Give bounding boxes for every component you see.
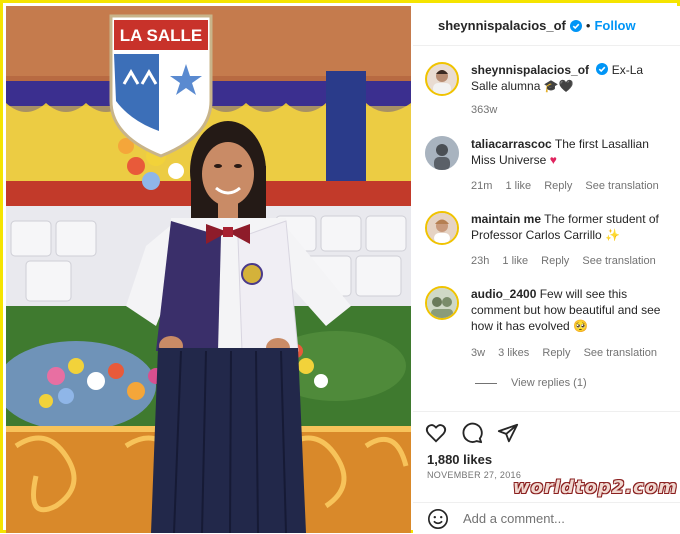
sparkle-emoji-icon: ✨ bbox=[605, 228, 620, 242]
see-translation-button[interactable]: See translation bbox=[585, 180, 658, 192]
comment-username[interactable]: taliacarrascoc bbox=[471, 137, 552, 151]
commenter-avatar-icon bbox=[427, 288, 457, 318]
comment-text: audio_2400 Few will see this comment but… bbox=[471, 286, 671, 334]
comment-bubble-icon[interactable] bbox=[461, 422, 483, 444]
comment-username[interactable]: maintain me bbox=[471, 212, 541, 226]
comment-avatar[interactable] bbox=[425, 136, 459, 170]
comment-item: maintain me The former student of Profes… bbox=[425, 211, 670, 271]
header-username[interactable]: sheynnispalacios_of bbox=[438, 18, 566, 33]
add-comment-input[interactable]: Add a comment... bbox=[463, 511, 565, 526]
black-heart-icon: 🖤 bbox=[558, 79, 574, 93]
watermark-text: worldtop2.com bbox=[513, 477, 678, 498]
action-icons bbox=[425, 422, 519, 444]
view-replies-button[interactable]: View replies (1) bbox=[475, 377, 587, 389]
verified-badge-icon bbox=[596, 63, 609, 75]
reply-button[interactable]: Reply bbox=[544, 180, 572, 192]
photo-illustration: LA SALLE bbox=[6, 6, 411, 533]
comment-meta: 23h 1 like Reply See translation bbox=[471, 255, 666, 267]
banner-text: LA SALLE bbox=[120, 26, 202, 45]
header-separator: • bbox=[585, 18, 591, 33]
post-actions: 1,880 likes NOVEMBER 27, 2016 Add a comm… bbox=[413, 411, 680, 531]
comment-avatar[interactable] bbox=[425, 286, 459, 320]
comment-likes[interactable]: 3 likes bbox=[498, 347, 529, 359]
reply-button[interactable]: Reply bbox=[542, 347, 570, 359]
commenter-avatar-icon bbox=[427, 213, 457, 243]
graduate-emoji-icon: 🎓 bbox=[543, 79, 559, 93]
caption-avatar[interactable] bbox=[425, 62, 459, 96]
comment-meta: 21m 1 like Reply See translation bbox=[471, 180, 669, 192]
post-header: sheynnispalacios_of • Follow bbox=[413, 6, 680, 46]
replies-divider bbox=[475, 382, 497, 384]
red-heart-icon: ♥ bbox=[549, 153, 557, 167]
see-translation-button[interactable]: See translation bbox=[584, 347, 657, 359]
comment-likes[interactable]: 1 like bbox=[502, 255, 528, 267]
comment-item: taliacarrascoc The first Lasallian Miss … bbox=[425, 136, 670, 196]
caption-username[interactable]: sheynnispalacios_of bbox=[471, 63, 589, 77]
caption-item: sheynnispalacios_of Ex-La Salle alumna 🎓… bbox=[425, 62, 670, 122]
smiling-emoji-icon: 🥺 bbox=[573, 319, 589, 333]
profile-avatar-icon bbox=[433, 70, 451, 94]
caption-text: sheynnispalacios_of Ex-La Salle alumna 🎓… bbox=[471, 62, 671, 94]
verified-badge-icon bbox=[569, 19, 582, 32]
post-photo[interactable]: LA SALLE bbox=[6, 6, 411, 533]
see-translation-button[interactable]: See translation bbox=[582, 255, 655, 267]
comment-likes[interactable]: 1 like bbox=[505, 180, 531, 192]
comment-time: 3w bbox=[471, 347, 486, 359]
comment-text: taliacarrascoc The first Lasallian Miss … bbox=[471, 136, 671, 168]
like-heart-icon[interactable] bbox=[425, 422, 447, 444]
comment-time: 23h bbox=[471, 255, 490, 267]
comment-username[interactable]: audio_2400 bbox=[471, 287, 536, 301]
reply-button[interactable]: Reply bbox=[541, 255, 569, 267]
post-frame: LA SALLE sheynnispalacios_of • Follow sh… bbox=[0, 0, 680, 533]
view-replies-label: View replies (1) bbox=[511, 377, 587, 389]
follow-button[interactable]: Follow bbox=[594, 18, 635, 33]
share-send-icon[interactable] bbox=[497, 422, 519, 444]
emoji-picker-icon[interactable] bbox=[427, 508, 449, 530]
comment-meta: 3w 3 likes Reply See translation bbox=[471, 347, 667, 359]
commenter-avatar-icon bbox=[425, 136, 459, 170]
post-date: NOVEMBER 27, 2016 bbox=[427, 470, 522, 480]
likes-count[interactable]: 1,880 likes bbox=[427, 452, 492, 467]
comment-text: maintain me The former student of Profes… bbox=[471, 211, 671, 243]
add-comment-bar: Add a comment... bbox=[413, 502, 680, 534]
post-panel: sheynnispalacios_of • Follow sheynnispal… bbox=[413, 6, 680, 533]
comment-avatar[interactable] bbox=[425, 211, 459, 245]
caption-time: 363w bbox=[471, 104, 498, 116]
comment-item: audio_2400 Few will see this comment but… bbox=[425, 286, 670, 366]
comment-time: 21m bbox=[471, 180, 493, 192]
